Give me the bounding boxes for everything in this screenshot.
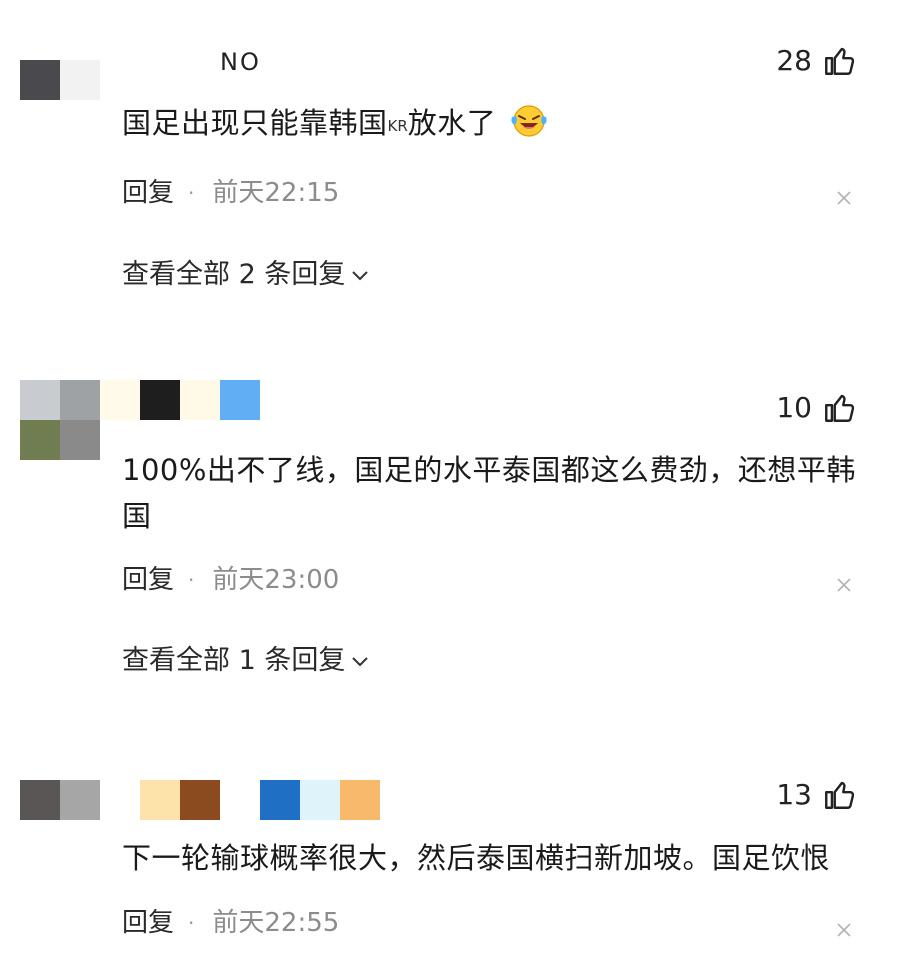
username-text: NO [220, 48, 261, 76]
comment-meta: 回复 · 前天23:00 [122, 567, 339, 593]
avatar[interactable] [20, 60, 100, 140]
like-count: 28 [776, 44, 812, 77]
comment-text: 100%出不了线，国足的水平泰国都这么费劲，还想平韩国 [122, 453, 856, 533]
separator-dot: · [188, 911, 195, 935]
view-replies-button[interactable]: 查看全部 2 条回复 [122, 261, 369, 288]
thumbs-up-icon [825, 47, 855, 75]
avatar-pixel [20, 60, 60, 100]
reply-button[interactable]: 回复 [122, 180, 174, 206]
username-pixel [140, 780, 180, 820]
username-pixel [220, 380, 260, 420]
separator-dot: · [188, 568, 195, 592]
avatar-pixel [20, 420, 60, 460]
timestamp: 前天23:00 [212, 565, 340, 595]
username-pixel [340, 780, 380, 820]
comment-item: 10 100%出不了线，国足的水平泰国都这么费劲，还想平韩国 回复 · 前天23… [0, 340, 912, 740]
username[interactable] [100, 380, 260, 420]
like-button[interactable]: 28 [776, 44, 856, 78]
kr-flag-icon: KR [387, 117, 408, 135]
avatar-pixel [60, 380, 100, 420]
avatar[interactable] [20, 780, 100, 860]
username-pixel [100, 380, 140, 420]
username-pixel [180, 780, 220, 820]
avatar-pixel [20, 780, 60, 820]
view-replies-button[interactable]: 查看全部 1 条回复 [122, 647, 369, 674]
separator-dot: · [188, 181, 195, 205]
laughing-crying-emoji-icon [511, 105, 547, 137]
username-pixel [140, 380, 180, 420]
comment-item: 13 下一轮输球概率很大，然后泰国横扫新加坡。国足饮恨 回复 · 前天22:55 [0, 740, 912, 960]
like-count: 13 [776, 778, 812, 811]
view-replies-label: 查看全部 2 条回复 [122, 259, 346, 290]
comment-text-part: 国足出现只能靠韩国 [122, 106, 388, 140]
comment-text: 下一轮输球概率很大，然后泰国横扫新加坡。国足饮恨 [122, 841, 831, 875]
thumbs-up-icon [825, 394, 855, 422]
close-icon[interactable] [836, 577, 852, 593]
chevron-down-icon [352, 270, 369, 280]
username[interactable] [140, 780, 380, 820]
reply-button[interactable]: 回复 [122, 910, 174, 936]
username-pixel [180, 380, 220, 420]
timestamp: 前天22:15 [212, 178, 340, 208]
view-replies-label: 查看全部 1 条回复 [122, 645, 346, 676]
like-button[interactable]: 10 [776, 391, 856, 425]
close-icon[interactable] [836, 922, 852, 938]
timestamp: 前天22:55 [212, 908, 340, 938]
username[interactable]: NO [220, 42, 261, 82]
comment-text: 国足出现只能靠韩国KR放水了 [122, 100, 867, 149]
avatar[interactable] [20, 380, 100, 460]
thumbs-up-icon [825, 781, 855, 809]
chevron-down-icon [352, 656, 369, 666]
username-pixel [260, 780, 300, 820]
avatar-pixel [60, 420, 100, 460]
comment-item: NO 28 国足出现只能靠韩国KR放水了 回复 · 前天22:15 查看全部 2… [0, 0, 912, 340]
like-button[interactable]: 13 [776, 778, 856, 812]
comment-text-part: 放水了 [407, 106, 497, 140]
close-icon[interactable] [836, 190, 852, 206]
comment-meta: 回复 · 前天22:15 [122, 180, 339, 206]
reply-button[interactable]: 回复 [122, 567, 174, 593]
comment-meta: 回复 · 前天22:55 [122, 910, 339, 936]
username-pixel [300, 780, 340, 820]
username-pixel [220, 780, 260, 820]
avatar-pixel [20, 380, 60, 420]
avatar-pixel [60, 780, 100, 820]
like-count: 10 [776, 391, 812, 424]
avatar-pixel [60, 60, 100, 100]
